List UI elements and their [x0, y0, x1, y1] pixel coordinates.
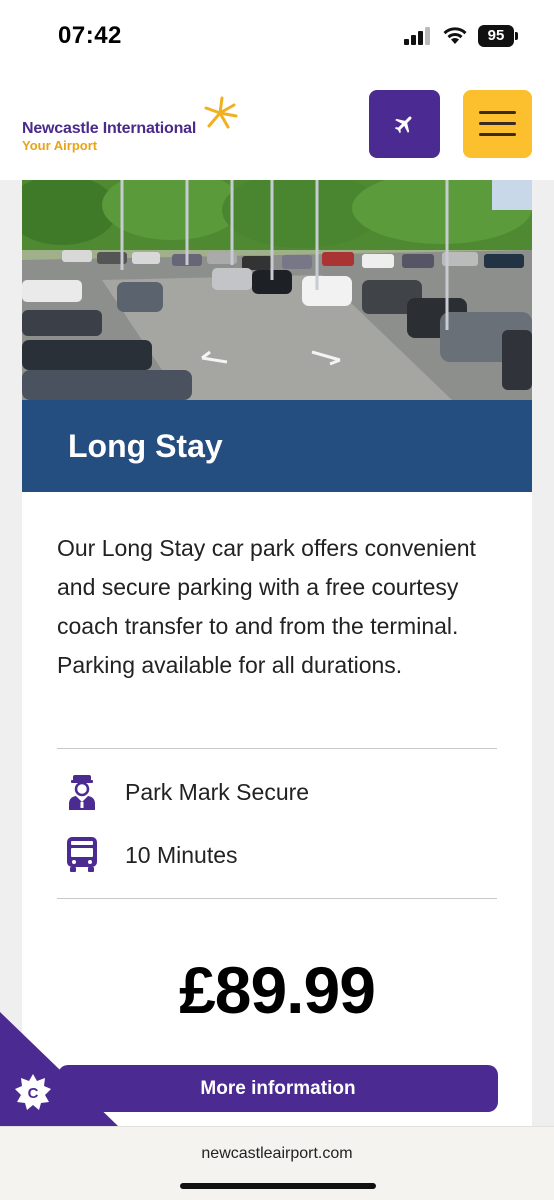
battery-tip — [515, 32, 518, 40]
security-guard-icon — [69, 775, 95, 810]
more-information-button[interactable]: More information — [58, 1065, 498, 1112]
hamburger-menu-icon — [479, 111, 516, 114]
browser-url-bar[interactable]: newcastleairport.com — [0, 1126, 554, 1200]
cookie-settings-button[interactable]: C — [0, 1012, 118, 1126]
hamburger-menu-icon — [479, 122, 516, 125]
parking-card: Long Stay Our Long Stay car park offers … — [22, 180, 532, 1126]
divider — [57, 748, 497, 749]
hamburger-menu-icon — [479, 133, 516, 136]
feature-park-mark: Park Mark Secure — [125, 779, 310, 805]
flights-button[interactable] — [369, 90, 440, 158]
airplane-icon — [394, 116, 412, 134]
divider — [57, 898, 497, 899]
card-description: Our Long Stay car park offers convenient… — [57, 535, 476, 678]
logo-tagline: Your Airport — [22, 138, 98, 153]
airport-logo[interactable]: Newcastle International Your Airport — [22, 96, 252, 156]
logo-name: Newcastle International — [22, 120, 197, 137]
battery-icon: 95 — [478, 25, 514, 47]
site-header: Newcastle International Your Airport — [0, 74, 554, 180]
bus-icon — [67, 837, 97, 872]
status-time: 07:42 — [58, 22, 122, 49]
cookie-badge-letter: C — [28, 1085, 39, 1102]
home-indicator — [180, 1183, 376, 1189]
menu-button[interactable] — [463, 90, 532, 158]
card-title-bar: Long Stay — [22, 400, 532, 492]
wifi-icon — [443, 27, 467, 44]
signal-icon — [404, 27, 430, 45]
card-title: Long Stay — [68, 428, 223, 464]
logo-star-icon — [204, 96, 238, 129]
main-content: Long Stay Our Long Stay car park offers … — [0, 180, 554, 1126]
status-bar: 07:42 95 — [0, 0, 554, 74]
car-park-photo — [22, 180, 532, 400]
feature-transfer-time: 10 Minutes — [125, 842, 238, 868]
url-text: newcastleairport.com — [201, 1145, 353, 1162]
